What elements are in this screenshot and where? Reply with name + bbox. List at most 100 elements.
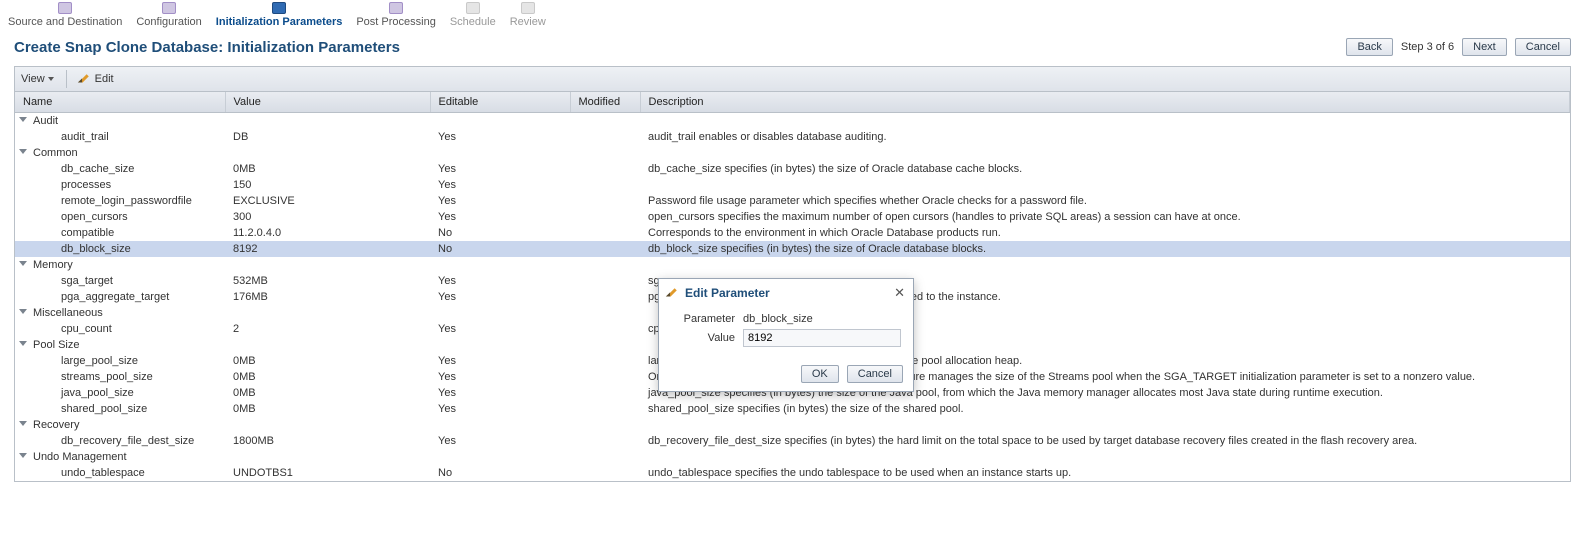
cell-value: 176MB (225, 289, 430, 305)
table-row[interactable]: audit_trailDBYesaudit_trail enables or d… (15, 129, 1570, 145)
disclosure-triangle-icon (19, 453, 27, 458)
table-row[interactable]: remote_login_passwordfileEXCLUSIVEYesPas… (15, 193, 1570, 209)
page-title: Create Snap Clone Database: Initializati… (14, 39, 400, 56)
dialog-title: Edit Parameter (685, 286, 770, 300)
cell-description: Corresponds to the environment in which … (640, 225, 1570, 241)
next-button[interactable]: Next (1462, 38, 1507, 56)
cell-description: shared_pool_size specifies (in bytes) th… (640, 401, 1570, 417)
dialog-value-input[interactable] (743, 329, 901, 347)
dialog-header: Edit Parameter ✕ (659, 279, 913, 305)
wizard-step-box (58, 2, 72, 14)
table-group-row[interactable]: Common (15, 145, 1570, 161)
dialog-ok-button[interactable]: OK (801, 365, 839, 383)
wizard-step[interactable]: Post Processing (356, 2, 435, 28)
dialog-footer: OK Cancel (659, 359, 913, 391)
cell-modified (570, 353, 640, 369)
cell-modified (570, 241, 640, 257)
cell-name: db_cache_size (15, 161, 225, 177)
table-group-row[interactable]: Audit (15, 113, 1570, 130)
cell-editable: Yes (430, 177, 570, 193)
cell-description: undo_tablespace specifies the undo table… (640, 465, 1570, 481)
close-icon[interactable]: ✕ (894, 285, 905, 301)
disclosure-triangle-icon (19, 341, 27, 346)
wizard-step[interactable]: Configuration (136, 2, 201, 28)
cell-editable: Yes (430, 193, 570, 209)
table-group-row[interactable]: Recovery (15, 417, 1570, 433)
cell-editable: Yes (430, 401, 570, 417)
dialog-row-value: Value (671, 329, 901, 347)
cell-editable: Yes (430, 161, 570, 177)
table-row[interactable]: shared_pool_size0MBYesshared_pool_size s… (15, 401, 1570, 417)
table-group-row[interactable]: Undo Management (15, 449, 1570, 465)
cell-modified (570, 161, 640, 177)
disclosure-triangle-icon (19, 117, 27, 122)
view-menu-label: View (21, 73, 45, 85)
pencil-icon (79, 73, 91, 85)
cell-editable: Yes (430, 273, 570, 289)
cell-editable: No (430, 241, 570, 257)
dialog-cancel-button[interactable]: Cancel (847, 365, 903, 383)
dialog-body: Parameter db_block_size Value (659, 305, 913, 359)
cell-editable: Yes (430, 353, 570, 369)
cell-modified (570, 273, 640, 289)
back-button[interactable]: Back (1346, 38, 1392, 56)
cell-value: EXCLUSIVE (225, 193, 430, 209)
view-menu[interactable]: View (21, 73, 54, 85)
disclosure-triangle-icon (19, 149, 27, 154)
cell-modified (570, 433, 640, 449)
cell-name: undo_tablespace (15, 465, 225, 481)
wizard-step[interactable]: Review (510, 2, 546, 28)
wizard-step[interactable]: Initialization Parameters (216, 2, 343, 28)
cell-modified (570, 401, 640, 417)
cell-description (640, 177, 1570, 193)
table-row[interactable]: db_cache_size0MBYes db_cache_size specifi… (15, 161, 1570, 177)
table-row[interactable]: db_block_size8192Nodb_block_size specifi… (15, 241, 1570, 257)
cell-description: Password file usage parameter which spec… (640, 193, 1570, 209)
table-row[interactable]: compatible11.2.0.4.0NoCorresponds to the… (15, 225, 1570, 241)
cell-value: 11.2.0.4.0 (225, 225, 430, 241)
cell-modified (570, 129, 640, 145)
cell-editable: Yes (430, 209, 570, 225)
col-modified[interactable]: Modified (570, 92, 640, 113)
table-group-label: Recovery (15, 417, 1570, 433)
wizard-step[interactable]: Schedule (450, 2, 496, 28)
table-toolbar: View Edit (15, 67, 1570, 92)
col-name[interactable]: Name (15, 92, 225, 113)
cell-description: db_block_size specifies (in bytes) the s… (640, 241, 1570, 257)
table-row[interactable]: db_recovery_file_dest_size1800MBYesdb_re… (15, 433, 1570, 449)
cell-name: sga_target (15, 273, 225, 289)
table-group-label: Audit (15, 113, 1570, 130)
col-value[interactable]: Value (225, 92, 430, 113)
table-group-label: Undo Management (15, 449, 1570, 465)
table-group-label: Memory (15, 257, 1570, 273)
edit-button[interactable]: Edit (79, 73, 114, 85)
edit-button-label: Edit (95, 73, 114, 85)
cell-description: db_cache_size specifies (in bytes) the s… (640, 161, 1570, 177)
cell-value: 0MB (225, 353, 430, 369)
wizard-step[interactable]: Source and Destination (8, 2, 122, 28)
cell-value: UNDOTBS1 (225, 465, 430, 481)
cell-modified (570, 177, 640, 193)
table-group-label: Common (15, 145, 1570, 161)
table-row[interactable]: processes150Yes (15, 177, 1570, 193)
cell-description: db_recovery_file_dest_size specifies (in… (640, 433, 1570, 449)
col-editable[interactable]: Editable (430, 92, 570, 113)
table-group-row[interactable]: Memory (15, 257, 1570, 273)
cell-name: audit_trail (15, 129, 225, 145)
wizard-step-box (162, 2, 176, 14)
cell-name: compatible (15, 225, 225, 241)
cell-value: 0MB (225, 369, 430, 385)
cell-value: 300 (225, 209, 430, 225)
table-row[interactable]: undo_tablespaceUNDOTBS1No undo_tablespace… (15, 465, 1570, 481)
col-description[interactable]: Description (640, 92, 1570, 113)
cell-value: 0MB (225, 161, 430, 177)
cell-value: 2 (225, 321, 430, 337)
cell-editable: No (430, 465, 570, 481)
table-row[interactable]: open_cursors300Yesopen_cursors specifies… (15, 209, 1570, 225)
cancel-button[interactable]: Cancel (1515, 38, 1571, 56)
cell-description: open_cursors specifies the maximum numbe… (640, 209, 1570, 225)
cell-modified (570, 385, 640, 401)
cell-editable: Yes (430, 129, 570, 145)
toolbar-separator (66, 70, 67, 88)
page-header: Create Snap Clone Database: Initializati… (0, 28, 1585, 66)
